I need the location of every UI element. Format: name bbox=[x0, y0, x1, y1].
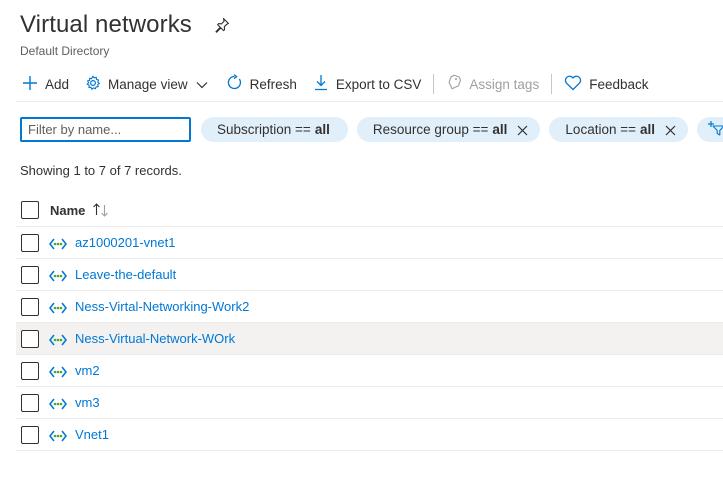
add-filter-icon bbox=[707, 120, 723, 139]
toolbar-divider-line bbox=[16, 101, 723, 102]
add-button-label: Add bbox=[45, 76, 70, 92]
resource-group-filter-pill[interactable]: Resource group == all bbox=[356, 117, 541, 142]
row-checkbox[interactable] bbox=[21, 233, 39, 252]
row-checkbox[interactable] bbox=[21, 425, 39, 444]
table-row[interactable]: Vnet1 bbox=[16, 419, 723, 451]
pin-icon[interactable] bbox=[214, 17, 230, 33]
table-header: Name bbox=[16, 194, 723, 227]
page-subtitle: Default Directory bbox=[20, 44, 110, 58]
table-row[interactable]: vm3 bbox=[16, 387, 723, 419]
virtual-network-icon bbox=[48, 301, 68, 313]
assign-tags-label: Assign tags bbox=[469, 76, 540, 92]
table-row[interactable]: az1000201-vnet1 bbox=[16, 227, 723, 259]
export-csv-label: Export to CSV bbox=[335, 76, 422, 92]
row-checkbox[interactable] bbox=[21, 297, 39, 316]
virtual-network-icon bbox=[48, 269, 68, 281]
vnet-table: Name az1000201-vnet1 Leave-the-default N… bbox=[16, 194, 723, 451]
manage-view-button[interactable]: Manage view bbox=[81, 70, 212, 98]
virtual-network-icon bbox=[48, 397, 68, 409]
subscription-filter-pill[interactable]: Subscription == all bbox=[201, 117, 348, 142]
records-count: Showing 1 to 7 of 7 records. bbox=[20, 163, 182, 178]
location-filter-field: Location == bbox=[565, 122, 636, 137]
refresh-icon bbox=[226, 74, 243, 94]
page-header: Virtual networks Default Directory bbox=[20, 8, 230, 58]
command-bar: Add Manage view Refresh Export to CSV As… bbox=[18, 70, 653, 98]
filter-bar: Subscription ==all Resource group ==all … bbox=[20, 117, 723, 142]
row-checkbox[interactable] bbox=[21, 361, 39, 380]
column-name-label: Name bbox=[50, 202, 86, 218]
refresh-label: Refresh bbox=[249, 76, 297, 92]
virtual-network-icon bbox=[48, 429, 68, 441]
location-filter-pill[interactable]: Location == all bbox=[549, 117, 688, 142]
table-row[interactable]: Leave-the-default bbox=[16, 259, 723, 291]
table-row[interactable]: Ness-Virtual-Network-WOrk bbox=[16, 323, 723, 355]
assign-tags-button[interactable]: Assign tags bbox=[442, 70, 543, 98]
page-title: Virtual networks bbox=[20, 11, 192, 38]
row-checkbox[interactable] bbox=[21, 329, 39, 348]
select-all-checkbox[interactable] bbox=[21, 201, 39, 219]
download-icon bbox=[313, 74, 329, 94]
vnet-name-link[interactable]: Vnet1 bbox=[75, 427, 109, 442]
virtual-network-icon bbox=[48, 365, 68, 377]
virtual-networks-page: Virtual networks Default Directory Add M… bbox=[0, 0, 723, 491]
feedback-button[interactable]: Feedback bbox=[560, 70, 652, 98]
close-icon[interactable] bbox=[517, 124, 528, 136]
table-row[interactable]: vm2 bbox=[16, 355, 723, 387]
toolbar-divider bbox=[433, 74, 435, 94]
tag-icon bbox=[446, 74, 462, 94]
subscription-filter-value: all bbox=[314, 122, 330, 137]
vnet-name-link[interactable]: Ness-Virtual-Network-WOrk bbox=[75, 331, 235, 346]
vnet-name-link[interactable]: vm2 bbox=[75, 363, 100, 378]
row-checkbox[interactable] bbox=[21, 265, 39, 284]
add-filter-button[interactable]: A bbox=[697, 117, 723, 142]
vnet-name-link[interactable]: vm3 bbox=[75, 395, 100, 410]
vnet-name-link[interactable]: Ness-Virtal-Networking-Work2 bbox=[75, 299, 249, 314]
vnet-name-link[interactable]: Leave-the-default bbox=[75, 267, 176, 282]
column-header-name[interactable]: Name bbox=[50, 203, 110, 218]
add-button[interactable]: Add bbox=[18, 70, 73, 98]
feedback-label: Feedback bbox=[589, 76, 649, 92]
chevron-down-icon bbox=[196, 77, 208, 92]
table-row[interactable]: Ness-Virtal-Networking-Work2 bbox=[16, 291, 723, 323]
toolbar-divider-2 bbox=[551, 74, 553, 94]
subscription-filter-field: Subscription == bbox=[217, 122, 311, 137]
export-csv-button[interactable]: Export to CSV bbox=[309, 70, 426, 98]
resource-group-filter-field: Resource group == bbox=[372, 122, 489, 137]
resource-group-filter-value: all bbox=[492, 122, 508, 137]
row-checkbox[interactable] bbox=[21, 393, 39, 412]
plus-icon bbox=[22, 75, 38, 94]
virtual-network-icon bbox=[48, 237, 68, 249]
location-filter-value: all bbox=[639, 122, 655, 137]
title-row: Virtual networks bbox=[20, 8, 230, 42]
close-icon[interactable] bbox=[665, 124, 676, 136]
virtual-network-icon bbox=[48, 333, 68, 345]
manage-view-label: Manage view bbox=[108, 76, 188, 92]
gear-icon bbox=[85, 75, 101, 94]
vnet-name-link[interactable]: az1000201-vnet1 bbox=[75, 235, 175, 250]
sort-ascending-icon bbox=[92, 203, 110, 217]
refresh-button[interactable]: Refresh bbox=[222, 70, 301, 98]
filter-by-name-input[interactable] bbox=[20, 117, 191, 142]
heart-icon bbox=[564, 75, 582, 94]
